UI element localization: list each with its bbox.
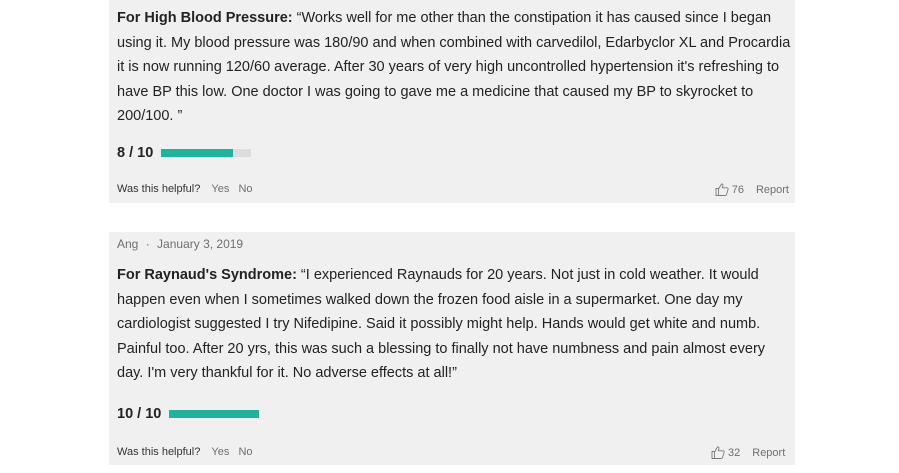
meta-separator: · — [145, 237, 150, 251]
report-link[interactable]: Report — [756, 184, 789, 196]
helpful-yes-link[interactable]: Yes — [211, 446, 229, 458]
review-body: “I experienced Raynauds for 20 years. No… — [117, 267, 766, 381]
reviews-page: For High Blood Pressure: “Works well for… — [0, 0, 899, 473]
feedback-row: Was this helpful? Yes No 32 Report — [117, 446, 789, 462]
review-meta: Ang · January 3, 2019 — [117, 237, 243, 251]
helpful-yes-link[interactable]: Yes — [211, 183, 229, 195]
rating-bar-fill — [169, 410, 260, 418]
feedback-row: Was this helpful? Yes No 76 Report — [117, 183, 789, 199]
like-count: 76 — [731, 183, 744, 196]
review-author: Ang — [117, 237, 139, 251]
helpful-prompt: Was this helpful? — [117, 446, 201, 458]
review-body: “Works well for me other than the consti… — [117, 10, 791, 124]
report-link[interactable]: Report — [752, 447, 785, 459]
review-text: For High Blood Pressure: “Works well for… — [117, 6, 793, 129]
review-date: January 3, 2019 — [157, 237, 244, 251]
review-text: For Raynaud's Syndrome: “I experienced R… — [117, 263, 793, 386]
like-count: 32 — [728, 446, 741, 459]
rating-label: 8 / 10 — [117, 145, 154, 161]
rating-bar-fill — [161, 149, 234, 157]
review-condition: For High Blood Pressure: — [117, 10, 293, 26]
thumbs-up-icon[interactable] — [715, 183, 729, 196]
helpful-no-link[interactable]: No — [238, 446, 252, 458]
thumbs-up-icon[interactable] — [711, 446, 725, 459]
helpful-no-link[interactable]: No — [238, 183, 252, 195]
review-card: Ang · January 3, 2019 For Raynaud's Synd… — [109, 232, 795, 465]
review-card: For High Blood Pressure: “Works well for… — [109, 0, 795, 203]
rating: 8 / 10 — [117, 145, 252, 161]
rating-bar — [169, 410, 260, 418]
rating-label: 10 / 10 — [117, 406, 162, 422]
helpful-prompt: Was this helpful? — [117, 183, 201, 195]
review-condition: For Raynaud's Syndrome: — [117, 267, 297, 283]
rating-bar — [161, 149, 252, 157]
rating: 10 / 10 — [117, 406, 260, 422]
